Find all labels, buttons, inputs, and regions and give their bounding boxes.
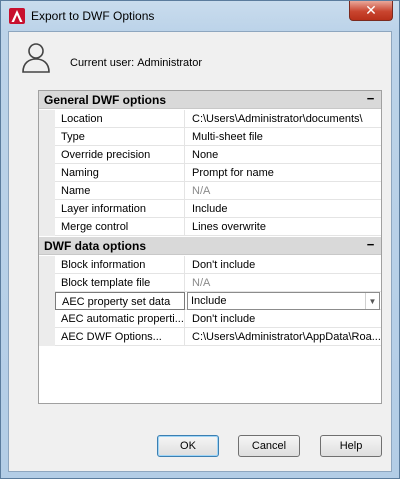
autocad-icon [9,8,25,24]
ok-button[interactable]: OK [157,435,219,457]
property-value[interactable]: C:\Users\Administrator\documents\ [186,110,381,128]
select-value: Include [191,295,227,307]
collapse-icon[interactable]: − [364,238,377,252]
property-name: Layer information [55,200,185,218]
property-value[interactable]: Lines overwrite [186,218,381,236]
property-name: Naming [55,164,185,182]
property-row[interactable]: Layer information Include [39,200,381,218]
property-row[interactable]: Block template file N/A [39,274,381,292]
property-row[interactable]: Merge control Lines overwrite [39,218,381,236]
help-button[interactable]: Help [320,435,382,457]
cancel-button[interactable]: Cancel [238,435,300,457]
property-name: AEC automatic properti... [55,310,185,328]
property-row[interactable]: Type Multi-sheet file [39,128,381,146]
property-row[interactable]: AEC DWF Options... C:\Users\Administrato… [39,328,381,346]
property-row[interactable]: Name N/A [39,182,381,200]
current-user-name: Administrator [137,57,202,69]
current-user-info: Current user: Administrator [70,57,202,69]
collapse-icon[interactable]: − [364,92,377,106]
aec-property-set-select[interactable]: Include ▼ [187,292,380,310]
current-user-label: Current user: [70,57,135,69]
property-grid: General DWF options − Location C:\Users\… [38,90,382,404]
property-row[interactable]: Location C:\Users\Administrator\document… [39,110,381,128]
property-name: Override precision [55,146,185,164]
section-title: DWF data options [44,239,146,253]
property-value[interactable]: Don't include [186,310,381,328]
chevron-down-icon[interactable]: ▼ [365,293,379,309]
property-name: Block information [55,256,185,274]
close-icon: ✕ [365,2,377,18]
section-dwf-data-options[interactable]: DWF data options − [39,237,381,255]
close-button[interactable]: ✕ [349,1,393,21]
property-value[interactable]: Don't include [186,256,381,274]
user-icon [22,43,50,73]
property-row[interactable]: AEC property set data Include ▼ [39,292,381,310]
property-name: Type [55,128,185,146]
property-value: N/A [192,277,211,289]
property-name: Name [55,182,185,200]
property-name: Merge control [55,218,185,236]
property-value[interactable]: None [186,146,381,164]
dialog-body: Current user: Administrator General DWF o… [8,31,392,472]
property-name: Location [55,110,185,128]
dialog-window: Export to DWF Options ✕ Current user: Adm… [0,0,400,479]
section-title: General DWF options [44,93,167,107]
property-value[interactable]: Prompt for name [186,164,381,182]
property-name: Block template file [55,274,185,292]
property-row[interactable]: Block information Don't include [39,256,381,274]
property-row[interactable]: Override precision None [39,146,381,164]
property-value[interactable]: C:\Users\Administrator\AppData\Roa... [186,328,381,346]
property-name: AEC property set data [55,292,185,310]
property-value[interactable]: Include [186,200,381,218]
property-value[interactable]: Multi-sheet file [186,128,381,146]
section-general-dwf-options[interactable]: General DWF options − [39,91,381,109]
window-title: Export to DWF Options [31,9,155,23]
property-row[interactable]: AEC automatic properti... Don't include [39,310,381,328]
title-bar[interactable]: Export to DWF Options ✕ [1,1,399,31]
property-value: N/A [192,185,211,197]
property-row[interactable]: Naming Prompt for name [39,164,381,182]
property-name: AEC DWF Options... [55,328,185,346]
